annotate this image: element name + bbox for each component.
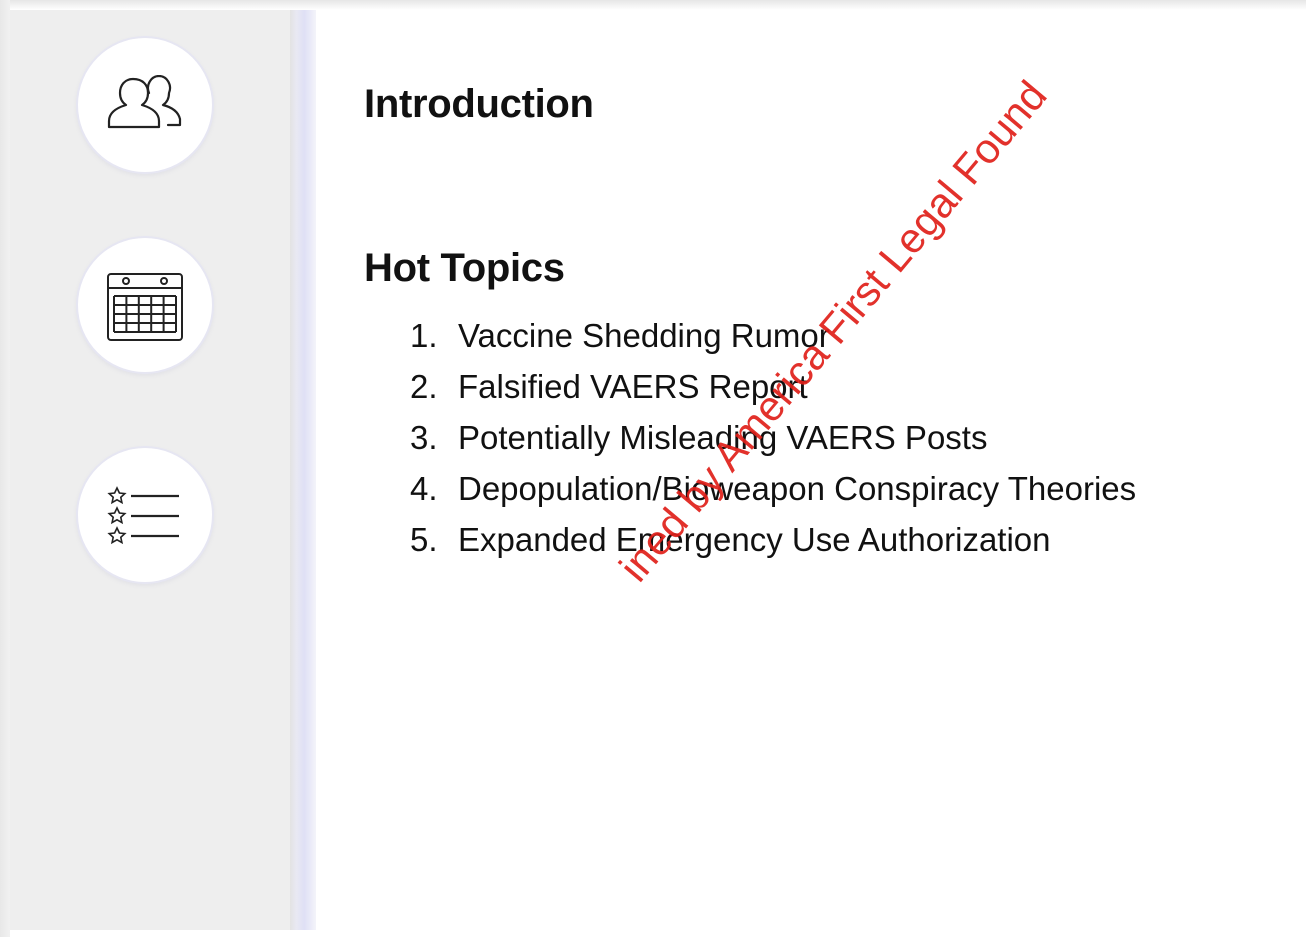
list-item-number: 1. [410,317,438,354]
list-item-label: Depopulation/Bioweapon Conspiracy Theori… [458,470,1137,507]
list-item: 3. Potentially Misleading VAERS Posts [410,412,1136,463]
list-item-label: Expanded Emergency Use Authorization [458,521,1051,558]
list-item: 4. Depopulation/Bioweapon Conspiracy Theo… [410,463,1136,514]
starred-list-icon [107,486,179,545]
introduction-heading: Introduction [364,82,594,126]
list-item-label: Falsified VAERS Report [458,368,808,405]
list-item-number: 5. [410,521,438,558]
starred-list-icon-circle [78,448,212,582]
users-icon [107,75,182,129]
hot-topics-heading: Hot Topics [364,246,565,290]
list-item-number: 2. [410,368,438,405]
list-item: 2. Falsified VAERS Report [410,361,1136,412]
list-item-label: Vaccine Shedding Rumor [458,317,830,354]
list-item-number: 3. [410,419,438,456]
users-icon-circle [78,38,212,172]
top-edge [0,0,1306,10]
left-edge [0,0,10,937]
sidebar-divider [290,10,316,930]
calendar-icon [107,273,183,341]
hot-topics-list: 1. Vaccine Shedding Rumor 2. Falsified VAE… [410,310,1136,565]
slide: Introduction Hot Topics 1. Vaccine Sheddi… [0,0,1306,937]
list-item-label: Potentially Misleading VAERS Posts [458,419,988,456]
list-item: 1. Vaccine Shedding Rumor [410,310,1136,361]
list-item-number: 4. [410,470,438,507]
calendar-icon-circle [78,238,212,372]
list-item: 5. Expanded Emergency Use Authorization [410,514,1136,565]
